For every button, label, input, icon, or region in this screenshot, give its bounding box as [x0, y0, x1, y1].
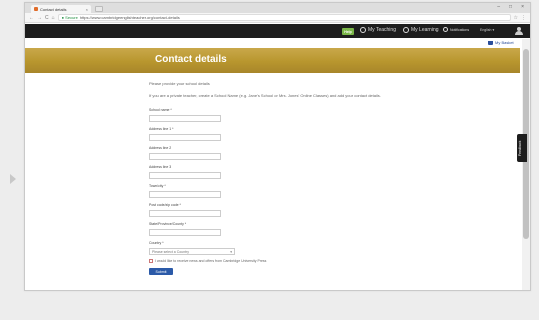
address-line-1-label: Address line 1 * — [149, 127, 174, 131]
address-line-3-label: Address line 3 — [149, 165, 172, 169]
school-name-field[interactable] — [149, 115, 221, 122]
country-select[interactable]: Please select a Country ▾ — [149, 248, 235, 255]
tab-close-icon[interactable]: × — [86, 7, 88, 12]
nav-notifications[interactable]: Notifications — [443, 27, 469, 32]
chevron-right-icon[interactable] — [10, 174, 16, 184]
my-teaching-icon — [360, 27, 366, 33]
page-title: Contact details — [155, 54, 227, 65]
state-province-label: State/Province/County * — [149, 222, 187, 226]
basket-label: My Basket — [495, 40, 514, 45]
form-instructions: If you are a private teacher, create a S… — [149, 93, 381, 98]
minimize-icon[interactable]: – — [497, 4, 500, 10]
screenshot-stage: Contact details × – □ × ← → C ⌂ ● Secure… — [0, 0, 539, 320]
language-selector[interactable]: English ▾ — [480, 28, 494, 32]
page-banner: Contact details — [25, 48, 520, 73]
consent-checkbox[interactable] — [149, 259, 153, 263]
new-tab-button[interactable] — [95, 6, 103, 12]
school-name-label: School name * — [149, 108, 172, 112]
country-label: Country * — [149, 241, 164, 245]
form-intro: Please provide your school details — [149, 81, 210, 86]
reload-icon[interactable]: C — [45, 15, 49, 21]
consent-text: I would like to receive news and offers … — [155, 259, 267, 263]
my-learning-icon — [403, 27, 409, 33]
feedback-label: Feedback — [518, 140, 522, 156]
forward-icon[interactable]: → — [37, 15, 42, 21]
post-code-label: Post code/zip code * — [149, 203, 181, 207]
nav-my-learning[interactable]: My Learning — [403, 27, 439, 33]
submit-button[interactable]: Submit — [149, 268, 173, 275]
town-city-field[interactable] — [149, 191, 221, 198]
my-basket-link[interactable]: My Basket — [488, 40, 514, 45]
home-icon[interactable]: ⌂ — [52, 15, 55, 21]
window-controls: – □ × — [497, 4, 524, 10]
address-line-3-field[interactable] — [149, 172, 221, 179]
address-line-2-label: Address line 2 — [149, 146, 172, 150]
state-province-field[interactable] — [149, 229, 221, 236]
consent-row: I would like to receive news and offers … — [149, 259, 266, 263]
url-text: https://www.cambridgeenglishteacher.org/… — [79, 15, 180, 20]
post-code-field[interactable] — [149, 210, 221, 217]
browser-toolbar-icons: ☆ ⋮ — [514, 15, 526, 21]
user-icon[interactable] — [515, 27, 523, 35]
browser-tab[interactable]: Contact details × — [31, 5, 91, 13]
nav-label: My Learning — [411, 27, 439, 33]
country-placeholder: Please select a Country — [152, 249, 189, 254]
menu-icon[interactable]: ⋮ — [521, 15, 526, 21]
maximize-icon[interactable]: □ — [509, 4, 512, 10]
tab-bar: Contact details × – □ × — [25, 3, 530, 13]
bookmark-star-icon[interactable]: ☆ — [514, 15, 518, 21]
nav-my-teaching[interactable]: My Teaching — [360, 27, 396, 33]
nav-label: Notifications — [450, 27, 470, 32]
secure-indicator: ● Secure — [61, 15, 78, 20]
address-line-2-field[interactable] — [149, 153, 221, 160]
address-line-1-field[interactable] — [149, 134, 221, 141]
feedback-tab[interactable]: Feedback — [517, 134, 527, 162]
nav-label: My Teaching — [368, 27, 396, 33]
close-window-icon[interactable]: × — [521, 4, 524, 10]
favicon-icon — [34, 7, 38, 11]
chevron-down-icon: ▾ — [230, 249, 232, 254]
browser-window: Contact details × – □ × ← → C ⌂ ● Secure… — [24, 2, 531, 291]
town-city-label: Town/city * — [149, 184, 166, 188]
help-button[interactable]: Help — [342, 28, 354, 35]
cart-icon — [488, 40, 493, 45]
bell-icon — [443, 27, 448, 32]
site-header: Help My Teaching My Learning Notificatio… — [25, 24, 530, 38]
url-field[interactable]: ● Secure https://www.cambridgeenglishtea… — [57, 14, 511, 21]
tab-title: Contact details — [40, 6, 67, 12]
user-icon-body — [515, 31, 523, 35]
back-icon[interactable]: ← — [29, 15, 34, 21]
scrollbar[interactable] — [522, 39, 530, 290]
address-bar: ← → C ⌂ ● Secure https://www.cambridgeen… — [25, 13, 530, 23]
